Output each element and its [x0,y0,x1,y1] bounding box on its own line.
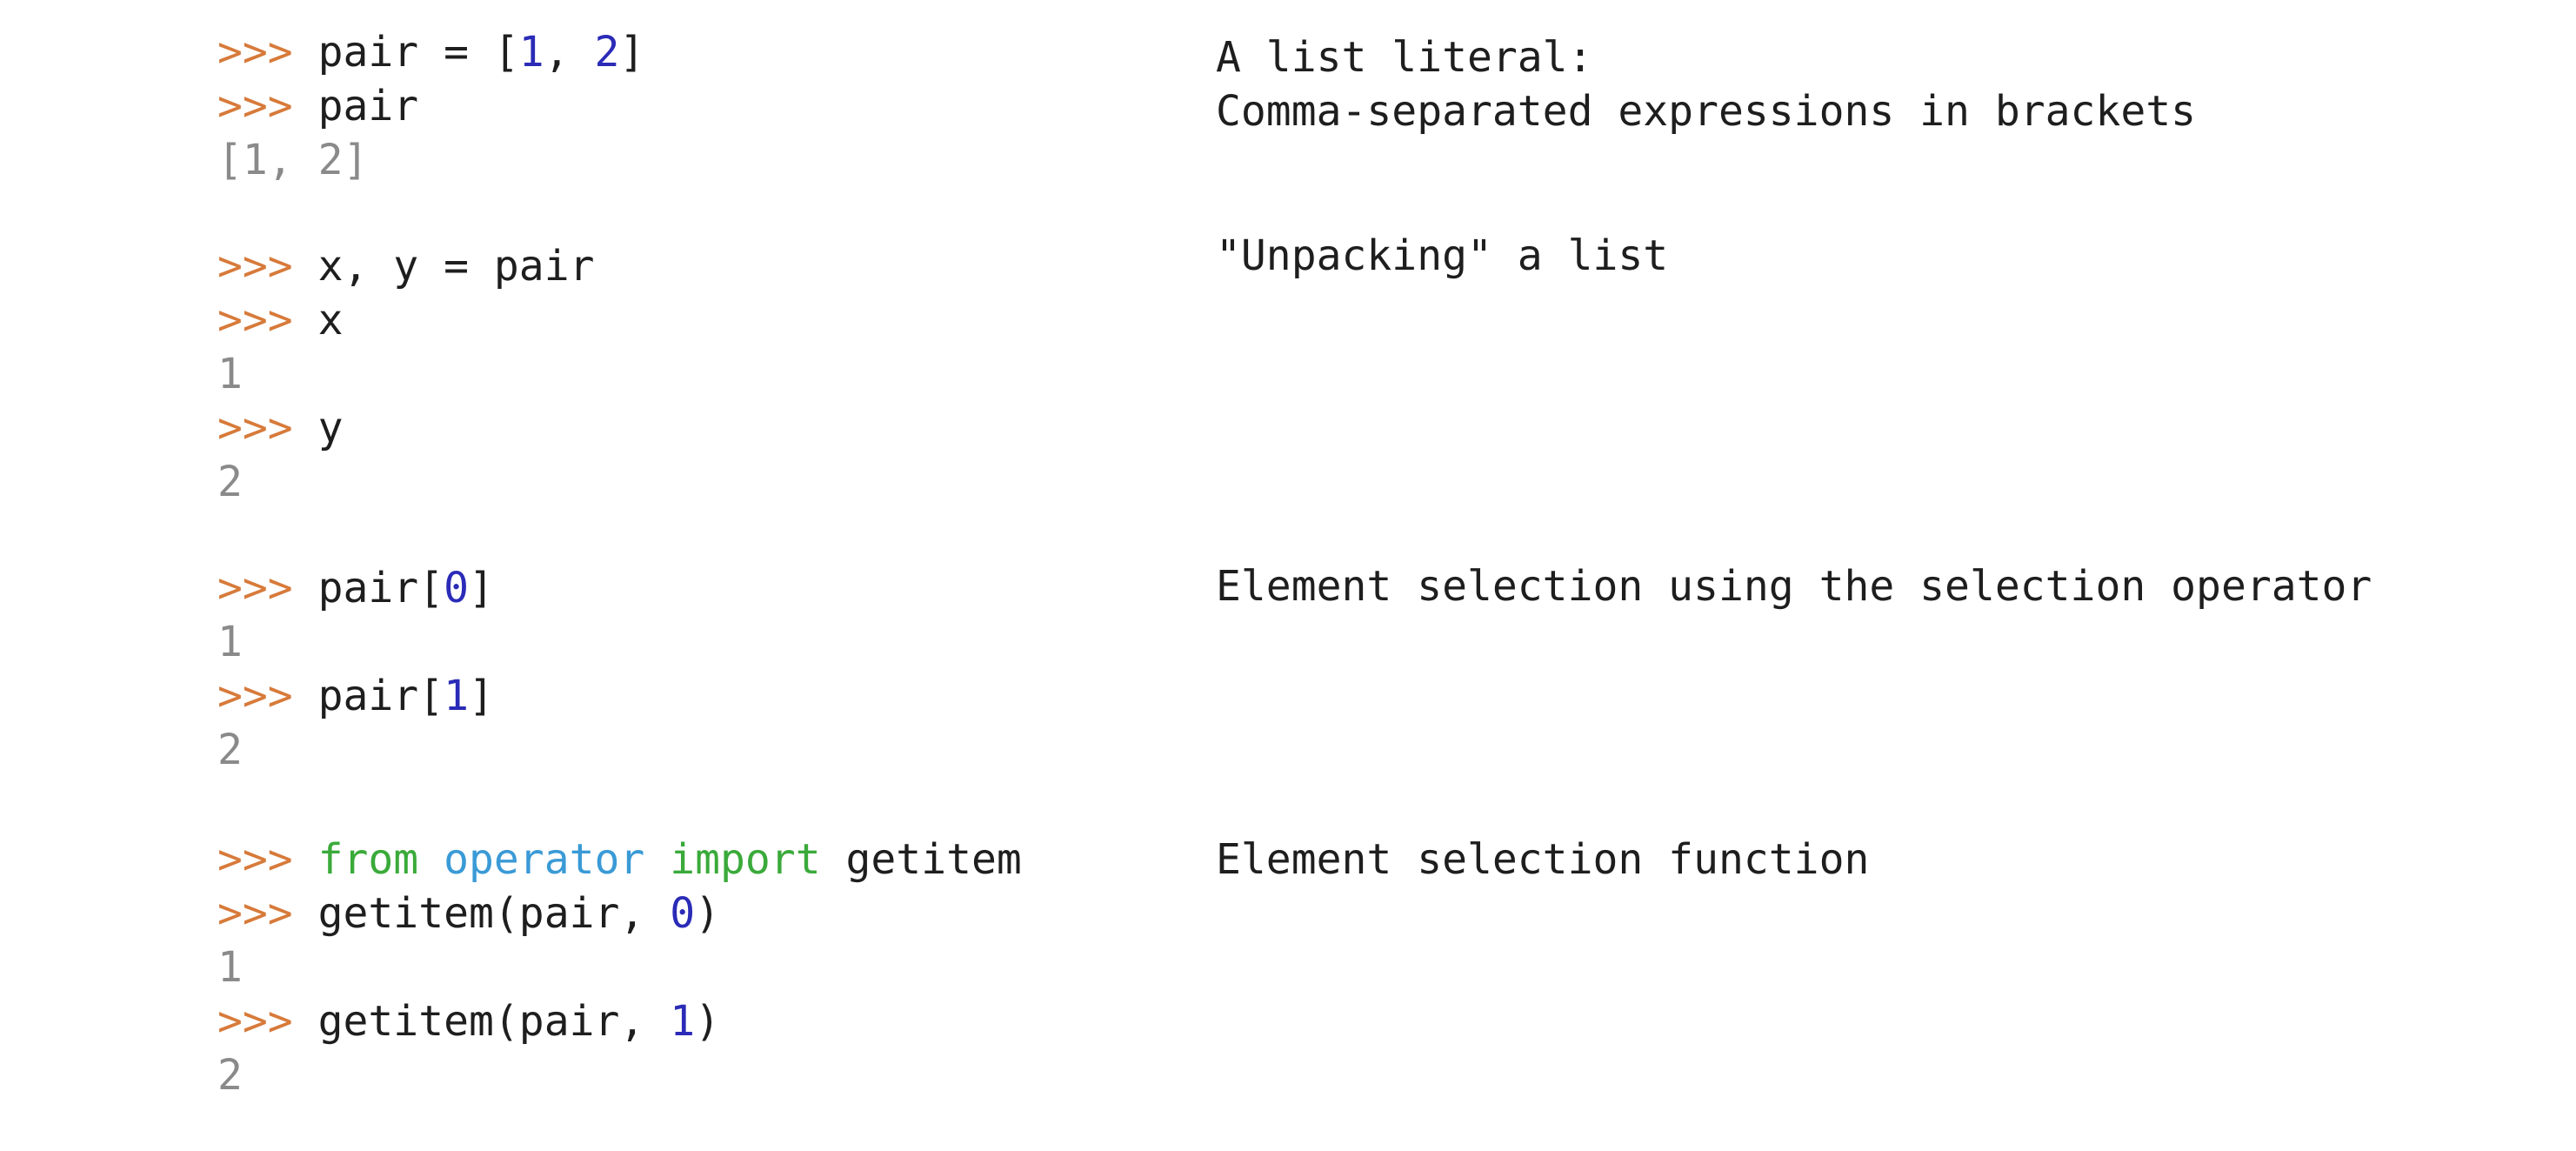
number-literal: 1 [518,28,544,77]
code-line-pair-index-0: >>> pair[0] [217,567,494,609]
repl-prompt: >>> [217,889,293,938]
repl-prompt: >>> [217,242,293,291]
note-selection-function: Element selection function [1216,835,1870,884]
code-text: ) [695,889,720,938]
code-line-pair: >>> pair [217,85,418,127]
output-line: 1 [217,618,243,666]
code-text: , [544,28,595,77]
code-text: ] [469,564,494,612]
code-line-pair-index-1: >>> pair[1] [217,675,494,717]
repl-prompt: >>> [217,564,293,612]
number-literal: 0 [670,889,696,938]
repl-prompt: >>> [217,835,293,884]
output-line: 2 [217,1051,243,1100]
code-line-import: >>> from operator import getitem [217,839,1022,880]
code-line-pair-assign: >>> pair = [1, 2] [217,31,644,73]
code-text: pair = [ [317,28,519,77]
code-line-getitem-0: >>> getitem(pair, 0) [217,893,720,934]
code-text: pair[ [317,564,444,612]
note-comma-separated: Comma-separated expressions in brackets [1216,87,2197,136]
code-text: x, y = pair [317,242,595,291]
output-line: 1 [217,943,243,992]
output-line: 2 [217,458,243,506]
python-session-slide: >>> pair = [1, 2] >>> pair [1, 2] A list… [0,0,2576,1151]
repl-prompt: >>> [217,404,293,452]
number-literal: 0 [444,564,470,612]
output-line: [1, 2] [217,136,369,184]
repl-prompt: >>> [217,28,293,77]
number-literal: 1 [444,672,470,720]
code-text: ] [469,672,494,720]
number-literal: 1 [670,997,696,1046]
repl-prompt: >>> [217,672,293,720]
keyword-from: from [317,835,419,884]
output-line: 2 [217,726,243,774]
output-line: 1 [217,350,243,398]
code-line-y: >>> y [217,407,344,449]
note-list-literal: A list literal: [1216,33,1593,82]
repl-prompt: >>> [217,296,293,345]
repl-prompt: >>> [217,997,293,1046]
code-text: getitem(pair, [317,997,671,1046]
code-text: pair [317,82,419,130]
keyword-import: import [670,835,821,884]
note-selection-operator: Element selection using the selection op… [1216,562,2372,611]
note-unpacking: "Unpacking" a list [1216,231,1669,280]
code-text: getitem [845,835,1022,884]
module-name: operator [444,835,645,884]
repl-prompt: >>> [217,82,293,130]
code-text: ) [695,997,720,1046]
code-text: x [317,296,344,345]
code-line-x: >>> x [217,299,344,341]
code-text: pair[ [317,672,444,720]
number-literal: 2 [594,28,620,77]
code-text: ] [619,28,645,77]
code-text: getitem(pair, [317,889,671,938]
code-line-getitem-1: >>> getitem(pair, 1) [217,1000,720,1042]
code-line-unpack: >>> x, y = pair [217,245,595,287]
code-text: y [317,404,344,452]
